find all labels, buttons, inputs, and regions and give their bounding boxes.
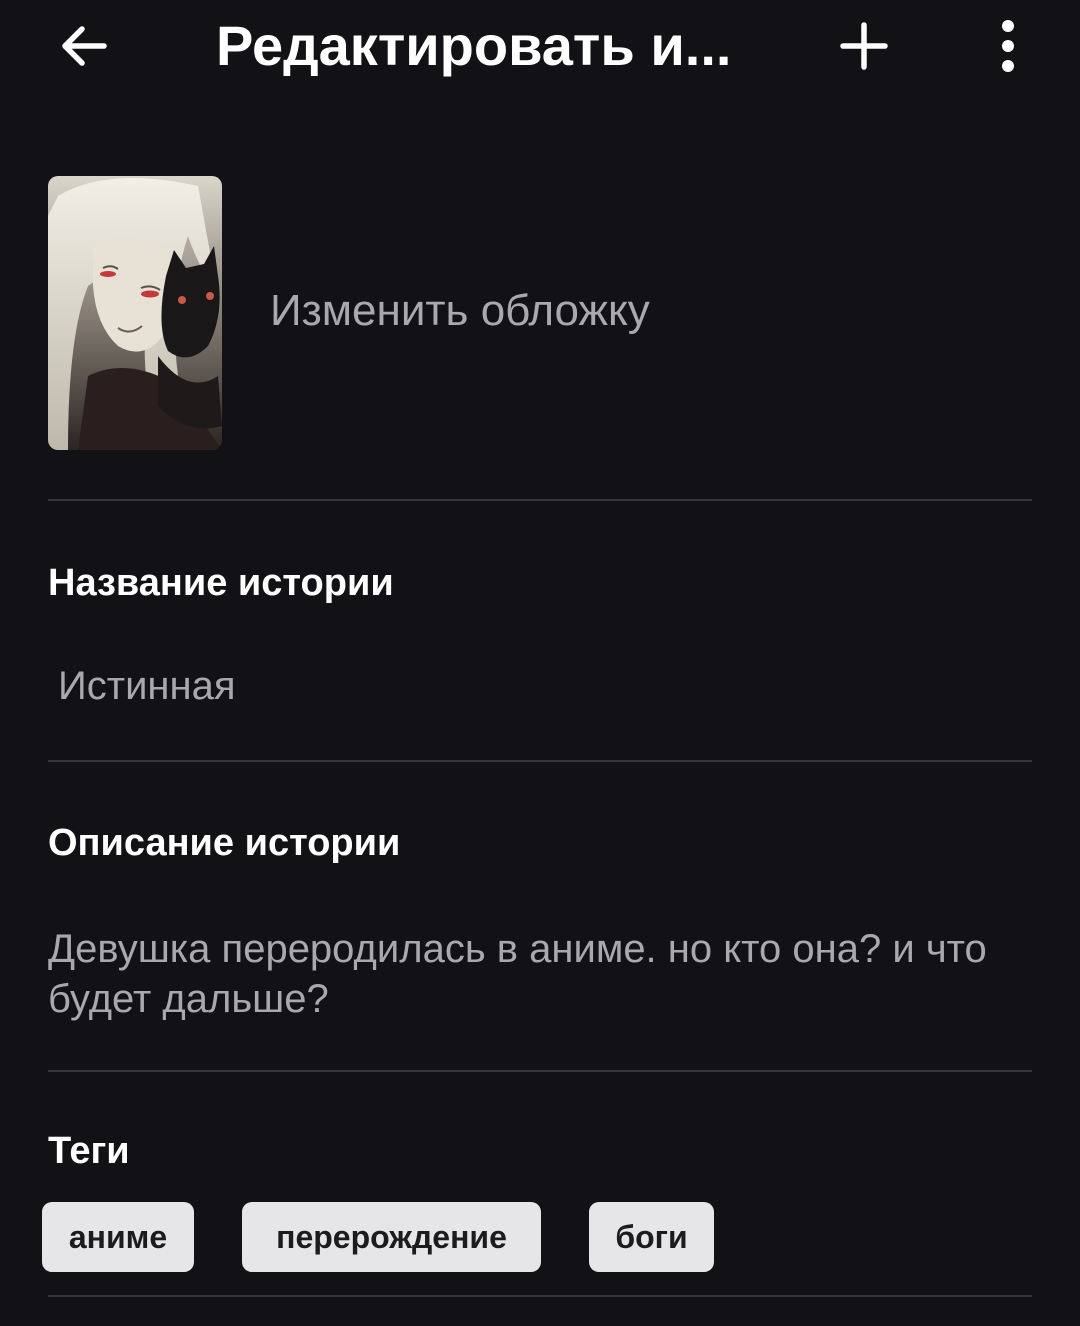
back-button[interactable]	[50, 14, 118, 78]
page-title: Редактировать и...	[216, 14, 732, 77]
edit-story-screen: Редактировать и... Изменить обложку Назв…	[0, 0, 1080, 1326]
story-title-input[interactable]: Истинная	[58, 664, 236, 709]
story-title-label: Название истории	[48, 562, 394, 604]
tag-chip[interactable]: аниме	[42, 1202, 194, 1272]
add-button[interactable]	[832, 14, 896, 78]
story-description-input[interactable]: Девушка переродилась в аниме. но кто она…	[48, 924, 1008, 1024]
divider	[48, 1295, 1032, 1297]
more-vertical-icon	[1002, 20, 1014, 72]
divider	[48, 1070, 1032, 1072]
arrow-left-icon	[62, 26, 107, 66]
cover-artwork	[48, 176, 222, 450]
tag-chip[interactable]: перерождение	[242, 1202, 541, 1272]
tag-chip[interactable]: боги	[589, 1202, 714, 1272]
tags-label: Теги	[48, 1130, 130, 1172]
divider	[48, 760, 1032, 762]
top-app-bar: Редактировать и...	[0, 0, 1080, 100]
change-cover-button[interactable]: Изменить обложку	[270, 286, 650, 336]
plus-icon	[840, 22, 888, 70]
cover-section: Изменить обложку	[48, 176, 1032, 450]
more-options-button[interactable]	[980, 14, 1036, 78]
story-description-label: Описание истории	[48, 822, 401, 864]
divider	[48, 499, 1032, 501]
cover-image[interactable]	[48, 176, 222, 450]
